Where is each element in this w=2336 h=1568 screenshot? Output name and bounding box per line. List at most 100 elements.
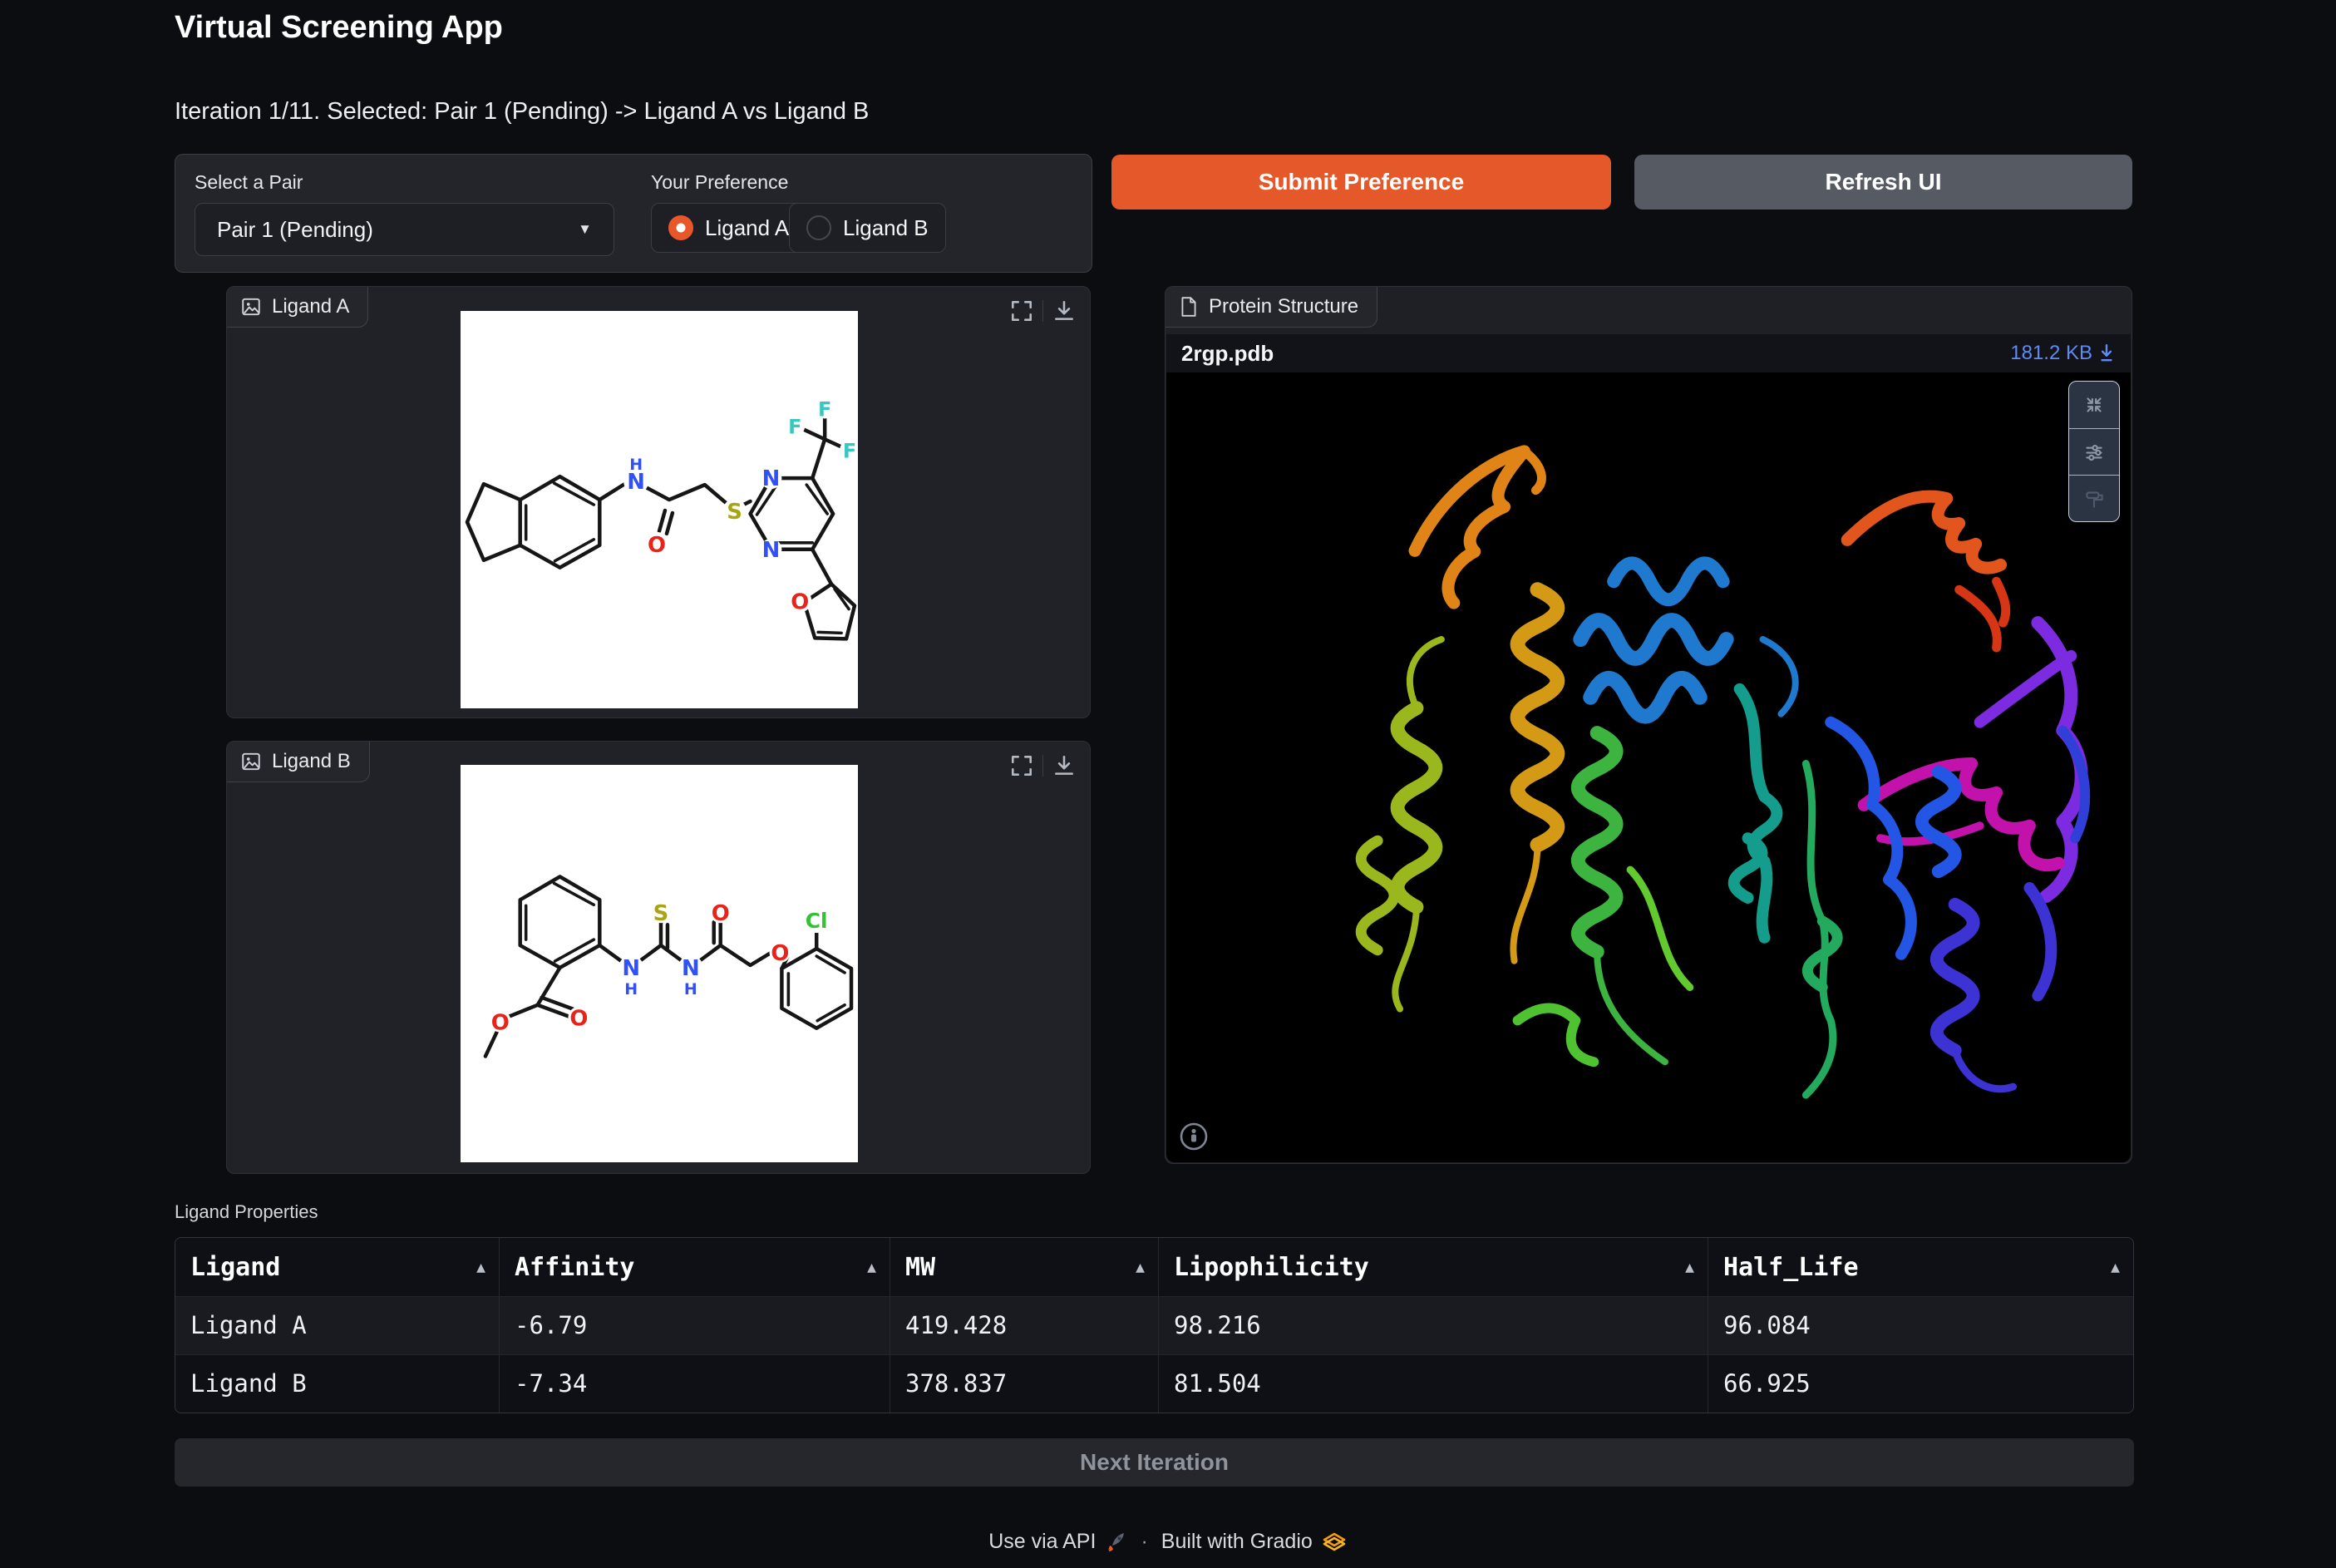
preference-label: Your Preference bbox=[651, 171, 789, 193]
protein-structure-block: Protein Structure 2rgp.pdb 181.2 KB bbox=[1165, 286, 2132, 1164]
protein-ribbon-render bbox=[1355, 445, 2091, 1099]
svg-text:H: H bbox=[684, 980, 697, 998]
rocket-icon bbox=[1108, 1532, 1125, 1551]
refresh-ui-button[interactable]: Refresh UI bbox=[1634, 155, 2132, 210]
cell-affinity: -7.34 bbox=[500, 1355, 890, 1413]
svg-text:S: S bbox=[653, 901, 669, 926]
ligand-a-structure-image: NH O S N N F F F O bbox=[461, 311, 860, 708]
svg-text:Cl: Cl bbox=[806, 909, 828, 933]
use-via-api-link[interactable]: Use via API bbox=[988, 1530, 1127, 1554]
column-header-lipophilicity[interactable]: Lipophilicity ▲ bbox=[1159, 1238, 1708, 1296]
radio-ligand-b-label: Ligand B bbox=[843, 214, 929, 240]
radio-unselected-icon bbox=[806, 215, 831, 240]
pair-dropdown-value: Pair 1 (Pending) bbox=[217, 216, 373, 242]
viewer-toolbar bbox=[2068, 381, 2120, 522]
next-iteration-button[interactable]: Next Iteration bbox=[175, 1438, 2134, 1487]
ligand-a-chip: Ligand A bbox=[227, 287, 369, 328]
footer: Use via API · Built with Gradio bbox=[0, 1530, 2336, 1554]
settings-sliders-icon[interactable] bbox=[2069, 428, 2119, 475]
image-icon bbox=[242, 752, 260, 771]
divider bbox=[1042, 300, 1043, 322]
protein-structure-chip: Protein Structure bbox=[1166, 287, 1378, 328]
pair-dropdown[interactable]: Pair 1 (Pending) ▼ bbox=[195, 203, 614, 256]
protein-file-size: 181.2 KB bbox=[2010, 342, 2092, 364]
svg-text:O: O bbox=[648, 533, 666, 558]
fullscreen-icon[interactable] bbox=[1009, 753, 1034, 778]
page-title: Virtual Screening App bbox=[175, 10, 503, 45]
sort-ascending-icon: ▲ bbox=[1136, 1258, 1145, 1276]
column-header-mw[interactable]: MW ▲ bbox=[890, 1238, 1159, 1296]
cell-mw: 419.428 bbox=[890, 1297, 1159, 1354]
ligand-b-label: Ligand B bbox=[272, 750, 351, 772]
cell-ligand: Ligand A bbox=[175, 1297, 500, 1354]
ligand-properties-table: Ligand ▲ Affinity ▲ MW ▲ Lipophilicity ▲ Hal… bbox=[175, 1237, 2134, 1413]
download-arrow-icon bbox=[2101, 343, 2112, 362]
built-with-gradio-link[interactable]: Built with Gradio bbox=[1161, 1530, 1348, 1554]
radio-selected-icon bbox=[668, 215, 693, 240]
cell-lipophilicity: 98.216 bbox=[1159, 1297, 1708, 1354]
svg-text:F: F bbox=[818, 397, 831, 421]
column-header-half-life[interactable]: Half_Life ▲ bbox=[1708, 1238, 2133, 1296]
svg-text:O: O bbox=[569, 1007, 588, 1032]
column-header-affinity[interactable]: Affinity ▲ bbox=[500, 1238, 890, 1296]
collapse-view-icon[interactable] bbox=[2069, 382, 2119, 428]
divider bbox=[1042, 755, 1043, 777]
cell-ligand: Ligand B bbox=[175, 1355, 500, 1413]
accessibility-info-icon[interactable] bbox=[1178, 1121, 1210, 1152]
protein-file-name: 2rgp.pdb bbox=[1181, 340, 1274, 366]
submit-preference-button[interactable]: Submit Preference bbox=[1111, 155, 1611, 210]
radio-ligand-a[interactable]: Ligand A bbox=[651, 203, 807, 253]
svg-text:F: F bbox=[843, 439, 856, 462]
protein-file-download[interactable]: 181.2 KB bbox=[2010, 342, 2116, 365]
pair-selection-panel: Select a Pair Pair 1 (Pending) ▼ Your Pr… bbox=[175, 154, 1092, 273]
column-header-ligand[interactable]: Ligand ▲ bbox=[175, 1238, 500, 1296]
ligand-b-image-block: Ligand B N H S N H O O O O Cl bbox=[226, 741, 1091, 1174]
paint-roller-icon[interactable] bbox=[2069, 475, 2119, 521]
svg-text:F: F bbox=[788, 415, 801, 438]
ligand-a-label: Ligand A bbox=[272, 295, 350, 318]
sort-ascending-icon: ▲ bbox=[476, 1258, 485, 1276]
svg-text:N: N bbox=[762, 466, 781, 491]
svg-text:H: H bbox=[629, 456, 643, 474]
sort-ascending-icon: ▲ bbox=[867, 1258, 876, 1276]
gradio-logo-icon bbox=[1323, 1532, 1346, 1551]
sort-ascending-icon: ▲ bbox=[1685, 1258, 1694, 1276]
file-icon bbox=[1181, 297, 1196, 317]
use-via-api-label: Use via API bbox=[988, 1530, 1097, 1553]
svg-text:H: H bbox=[624, 980, 638, 998]
protein-structure-label: Protein Structure bbox=[1209, 295, 1359, 318]
table-row: Ligand A -6.79 419.428 98.216 96.084 bbox=[175, 1296, 2133, 1354]
ligand-b-structure-image: NH S NH O O O O Cl bbox=[461, 765, 858, 1162]
svg-text:O: O bbox=[791, 590, 809, 615]
app-root: Virtual Screening App Iteration 1/11. Se… bbox=[0, 0, 2336, 1568]
svg-text:N: N bbox=[762, 538, 781, 563]
built-with-gradio-label: Built with Gradio bbox=[1161, 1530, 1313, 1553]
svg-text:O: O bbox=[771, 941, 789, 966]
svg-text:O: O bbox=[712, 901, 730, 926]
table-header-row: Ligand ▲ Affinity ▲ MW ▲ Lipophilicity ▲ Hal… bbox=[175, 1238, 2133, 1296]
sort-ascending-icon: ▲ bbox=[2111, 1258, 2120, 1276]
protein-3d-viewer[interactable] bbox=[1166, 372, 2131, 1162]
cell-half-life: 66.925 bbox=[1723, 1369, 1811, 1398]
table-row: Ligand B -7.34 378.837 81.504 66.925 bbox=[175, 1354, 2133, 1413]
ligand-a-image-block: Ligand A N H O S N N F F F O bbox=[226, 286, 1091, 718]
cell-affinity: -6.79 bbox=[500, 1297, 890, 1354]
radio-ligand-a-label: Ligand A bbox=[705, 214, 790, 240]
footer-separator: · bbox=[1141, 1530, 1148, 1553]
chevron-down-icon: ▼ bbox=[578, 221, 592, 237]
protein-file-row: 2rgp.pdb 181.2 KB bbox=[1166, 334, 2131, 372]
cell-half-life: 96.084 bbox=[1723, 1311, 1811, 1339]
cell-lipophilicity: 81.504 bbox=[1159, 1355, 1708, 1413]
download-icon[interactable] bbox=[1052, 753, 1077, 778]
ligand-properties-caption: Ligand Properties bbox=[175, 1201, 318, 1222]
radio-ligand-b[interactable]: Ligand B bbox=[789, 203, 946, 253]
iteration-status: Iteration 1/11. Selected: Pair 1 (Pendin… bbox=[175, 98, 870, 125]
ligand-b-chip: Ligand B bbox=[227, 742, 370, 782]
select-pair-label: Select a Pair bbox=[195, 171, 303, 193]
fullscreen-icon[interactable] bbox=[1009, 298, 1034, 323]
svg-text:S: S bbox=[727, 500, 742, 525]
svg-text:O: O bbox=[491, 1011, 510, 1036]
svg-text:N: N bbox=[682, 956, 700, 981]
cell-mw: 378.837 bbox=[890, 1355, 1159, 1413]
download-icon[interactable] bbox=[1052, 298, 1077, 323]
